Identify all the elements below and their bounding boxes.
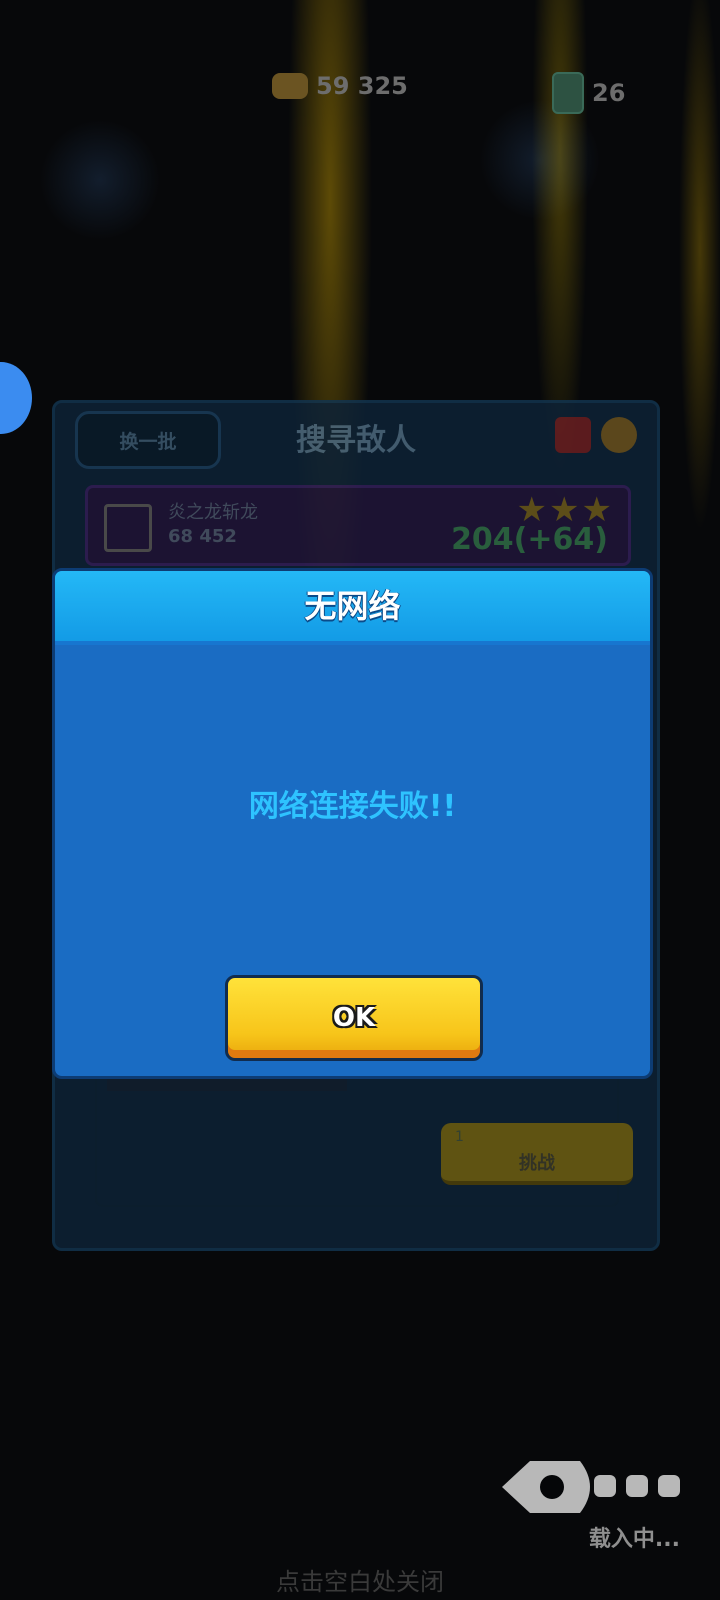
timer-icon[interactable] [601, 417, 637, 453]
loading-indicator: 载入中... [500, 1455, 680, 1555]
close-hint[interactable]: 点击空白处关闭 [0, 1562, 720, 1597]
energy-icon [552, 72, 584, 114]
filter-icon[interactable] [555, 417, 591, 453]
enemy-avatar [104, 504, 152, 552]
loading-dots [594, 1475, 680, 1497]
ok-label: OK [332, 1003, 376, 1033]
enemy-card[interactable]: 炎之龙斩龙 68 452 ★★★ 204(+64) [85, 485, 631, 566]
coin-icon [272, 73, 308, 99]
ok-button[interactable]: OK [225, 975, 483, 1061]
enemy-trophies: 204(+64) [451, 522, 608, 557]
enemy-name: 炎之龙斩龙 [168, 502, 258, 523]
challenge-cost: 1 [455, 1129, 464, 1145]
dialog-title: 无网络 [304, 587, 401, 625]
coin-count: 59 325 [316, 72, 408, 100]
dialog-header: 无网络 [55, 571, 650, 645]
challenge-label: 挑战 [519, 1153, 555, 1174]
no-network-dialog: 无网络 网络连接失败!! OK [52, 568, 653, 1079]
challenge-button[interactable]: 1 挑战 [441, 1123, 633, 1185]
energy-counter: 26 [552, 72, 625, 114]
dialog-message: 网络连接失败!! [248, 789, 457, 824]
loading-text: 载入中... [588, 1527, 680, 1552]
enemy-power: 68 452 [168, 526, 237, 547]
coin-counter: 59 325 [272, 72, 408, 100]
energy-count: 26 [592, 79, 626, 107]
